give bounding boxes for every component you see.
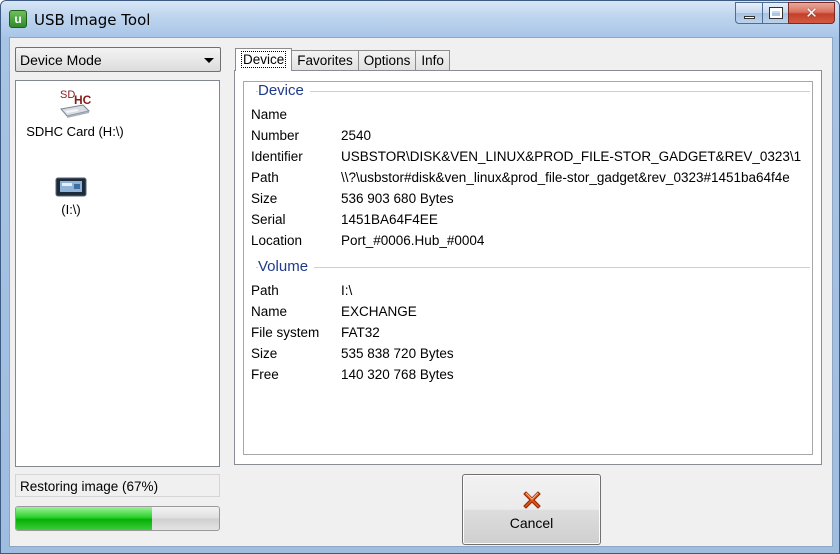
tab-label: Options: [363, 53, 411, 68]
close-button[interactable]: ✕: [788, 2, 835, 24]
cancel-button[interactable]: Cancel: [462, 474, 601, 545]
row-key: Path: [251, 283, 279, 298]
maximize-button[interactable]: [762, 2, 788, 24]
row-key: Location: [251, 233, 303, 248]
row-value: I:\: [341, 283, 353, 298]
row-value: Port_#0006.Hub_#0004: [341, 233, 485, 248]
tab-info[interactable]: Info: [415, 50, 450, 71]
progress-bar-fill: [16, 507, 152, 530]
device-tab-panel: Device Name Number 2540 Identifier USBSTOR…: [234, 70, 822, 465]
volume-section-title: Volume: [258, 258, 315, 275]
device-item-label: SDHC Card (H:\): [26, 124, 124, 139]
restore-progress-bar: [15, 506, 220, 531]
tab-options[interactable]: Options: [357, 50, 417, 71]
device-mode-select[interactable]: Device Mode: [15, 47, 221, 72]
row-value: 140 320 768 Bytes: [341, 367, 454, 382]
chevron-down-icon[interactable]: [204, 58, 214, 63]
device-section-title: Device: [258, 82, 310, 99]
device-info-group: Device Name Number 2540 Identifier USBSTOR…: [243, 81, 813, 455]
caption-buttons: ✕: [735, 2, 835, 24]
status-text: Restoring image (67%): [15, 474, 220, 497]
usb-image-tool-app-icon[interactable]: u: [9, 10, 27, 28]
main-client-area: Device Mode SD HC SDHC Card (H:\) (I:\) …: [9, 37, 833, 547]
row-key: Identifier: [251, 149, 303, 164]
usb-drive-icon: [55, 177, 87, 197]
device-list[interactable]: SD HC SDHC Card (H:\) (I:\): [15, 80, 220, 467]
close-icon: ✕: [805, 4, 818, 22]
row-key: Serial: [251, 212, 286, 227]
device-item-sdhc[interactable]: SD HC SDHC Card (H:\): [20, 87, 130, 139]
sdhc-card-icon: SD HC: [60, 89, 92, 118]
app-window: u USB Image Tool ✕ Device Mode SD HC SDH…: [0, 0, 840, 554]
tab-label: Favorites: [297, 53, 353, 68]
row-key: Size: [251, 191, 278, 206]
row-key: Path: [251, 170, 279, 185]
device-item-usb[interactable]: (I:\): [46, 175, 96, 217]
row-value: EXCHANGE: [341, 304, 417, 319]
device-item-label: (I:\): [61, 202, 81, 217]
cancel-button-label: Cancel: [509, 515, 554, 531]
row-key: Number: [251, 128, 300, 143]
tab-device[interactable]: Device: [235, 48, 293, 71]
tab-label: Info: [421, 53, 444, 68]
row-value: \\?\usbstor#disk&ven_linux&prod_file-sto…: [341, 170, 790, 185]
title-bar[interactable]: u USB Image Tool ✕: [1, 1, 839, 37]
row-key: Name: [251, 304, 288, 319]
tab-favorites[interactable]: Favorites: [291, 50, 359, 71]
row-value: 1451BA64F4EE: [341, 212, 438, 227]
row-key: Free: [251, 367, 279, 382]
row-value: 536 903 680 Bytes: [341, 191, 454, 206]
row-key: Name: [251, 107, 288, 122]
row-value: 2540: [341, 128, 372, 143]
minimize-icon: [743, 15, 755, 19]
maximize-icon: [768, 7, 783, 19]
cancel-x-icon: [523, 491, 541, 509]
row-key: File system: [251, 325, 320, 340]
row-key: Size: [251, 346, 278, 361]
device-mode-select-value: Device Mode: [20, 52, 102, 68]
row-value: 535 838 720 Bytes: [341, 346, 454, 361]
window-title: USB Image Tool: [34, 11, 151, 29]
row-value: FAT32: [341, 325, 380, 340]
tab-label: Device: [241, 51, 287, 68]
row-value: USBSTOR\DISK&VEN_LINUX&PROD_FILE-STOR_GA…: [341, 149, 802, 164]
tab-strip: Device Favorites Options Info: [235, 48, 450, 71]
minimize-button[interactable]: [735, 2, 762, 24]
